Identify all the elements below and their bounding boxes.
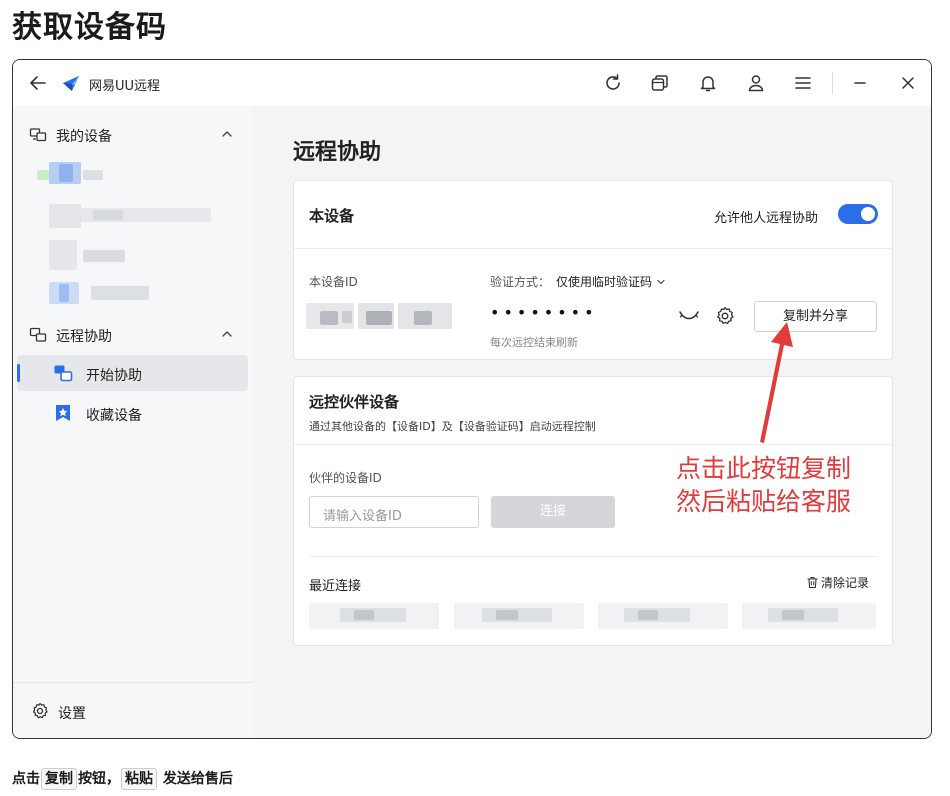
settings-label: 设置 bbox=[58, 706, 86, 722]
window-switch-icon[interactable] bbox=[649, 72, 671, 94]
recent-connections-label: 最近连接 bbox=[309, 579, 362, 594]
this-device-card: 本设备 允许他人远程协助 本设备ID 验证方式： 仅使用临时验证码 ••••••… bbox=[293, 180, 893, 360]
user-icon[interactable] bbox=[745, 72, 767, 94]
chevron-up-icon[interactable] bbox=[220, 127, 234, 141]
card-subtitle: 通过其他设备的【设备ID】及【设备验证码】启动远程控制 bbox=[309, 420, 596, 433]
partner-id-label: 伙伴的设备ID bbox=[309, 471, 382, 485]
clear-records-button[interactable]: 清除记录 bbox=[806, 574, 869, 591]
copy-and-share-button[interactable]: 复制并分享 bbox=[754, 301, 877, 332]
footer-instruction: 点击 复制 按钮， 粘贴 发送给售后 bbox=[12, 768, 233, 790]
clear-records-label: 清除记录 bbox=[821, 576, 870, 590]
app-logo-icon bbox=[63, 76, 79, 91]
card-divider bbox=[294, 444, 892, 445]
connect-button[interactable]: 连接 bbox=[491, 496, 615, 528]
chevron-down-icon bbox=[657, 279, 665, 285]
sidebar: 我的设备 远程协助 开始协助 收藏设备 设置 bbox=[13, 106, 253, 738]
card-title: 远控伙伴设备 bbox=[309, 393, 400, 411]
refresh-note: 每次远控结束刷新 bbox=[490, 336, 578, 349]
annotation-line: 点击此按钮复制 bbox=[676, 454, 852, 483]
copy-key-label: 复制 bbox=[41, 768, 77, 790]
main-content: 远程协助 本设备 允许他人远程协助 本设备ID 验证方式： 仅使用临时验证码 •… bbox=[253, 106, 931, 738]
annotation-line: 然后粘贴给客服 bbox=[676, 487, 852, 516]
paste-key-label: 粘贴 bbox=[121, 768, 157, 790]
sidebar-item-label: 收藏设备 bbox=[86, 408, 142, 424]
page-title: 远程协助 bbox=[293, 140, 382, 165]
back-arrow-icon[interactable] bbox=[27, 72, 49, 94]
active-indicator bbox=[17, 364, 20, 382]
device-id-label: 本设备ID bbox=[309, 275, 358, 289]
remote-assist-icon bbox=[29, 327, 47, 342]
app-title: 网易UU远程 bbox=[89, 79, 161, 94]
card-title: 本设备 bbox=[309, 207, 355, 225]
partner-id-input[interactable]: 请输入设备ID bbox=[309, 496, 479, 528]
page-heading: 获取设备码 bbox=[12, 10, 167, 45]
sidebar-item-label: 开始协助 bbox=[86, 368, 142, 384]
partner-id-placeholder: 请输入设备ID bbox=[323, 509, 402, 524]
sidebar-item-start-assist[interactable]: 开始协助 bbox=[17, 355, 248, 391]
menu-icon[interactable] bbox=[792, 72, 814, 94]
refresh-icon[interactable] bbox=[602, 72, 624, 94]
sidebar-group-label: 我的设备 bbox=[56, 129, 112, 145]
annotation-text: 点击此按钮复制 然后粘贴给客服 bbox=[676, 452, 851, 518]
sidebar-item-favorite-devices[interactable]: 收藏设备 bbox=[17, 395, 248, 431]
eye-closed-icon[interactable] bbox=[678, 309, 700, 323]
temp-password-masked: •••••••• bbox=[490, 303, 598, 322]
minimize-icon[interactable] bbox=[849, 72, 871, 94]
card-divider bbox=[309, 556, 877, 557]
titlebar-separator bbox=[832, 72, 833, 94]
verify-method-label: 验证方式： bbox=[490, 275, 551, 289]
allow-assist-label: 允许他人远程协助 bbox=[714, 211, 819, 226]
allow-assist-toggle[interactable] bbox=[838, 204, 878, 224]
verify-method-value: 仅使用临时验证码 bbox=[556, 275, 653, 289]
start-assist-icon bbox=[54, 365, 73, 382]
favorite-star-icon bbox=[56, 405, 70, 421]
close-icon[interactable] bbox=[897, 72, 919, 94]
footer-text: 发送给售后 bbox=[162, 771, 233, 787]
footer-text: 按钮， bbox=[78, 771, 120, 787]
devices-icon bbox=[29, 128, 47, 142]
trash-icon bbox=[807, 576, 818, 589]
titlebar: 网易UU远程 bbox=[13, 60, 931, 106]
sidebar-group-label: 远程协助 bbox=[56, 329, 112, 345]
bell-icon[interactable] bbox=[697, 72, 719, 94]
footer-text: 点击 bbox=[12, 771, 40, 787]
app-window: 网易UU远程 我的设备 远程协助 开始协助 收藏设备 设置 远程协助 本设备 允… bbox=[12, 59, 932, 739]
gear-icon bbox=[32, 702, 48, 719]
gear-icon[interactable] bbox=[715, 306, 735, 326]
chevron-up-icon[interactable] bbox=[220, 327, 234, 341]
sidebar-divider bbox=[13, 682, 253, 683]
card-divider bbox=[294, 248, 892, 249]
